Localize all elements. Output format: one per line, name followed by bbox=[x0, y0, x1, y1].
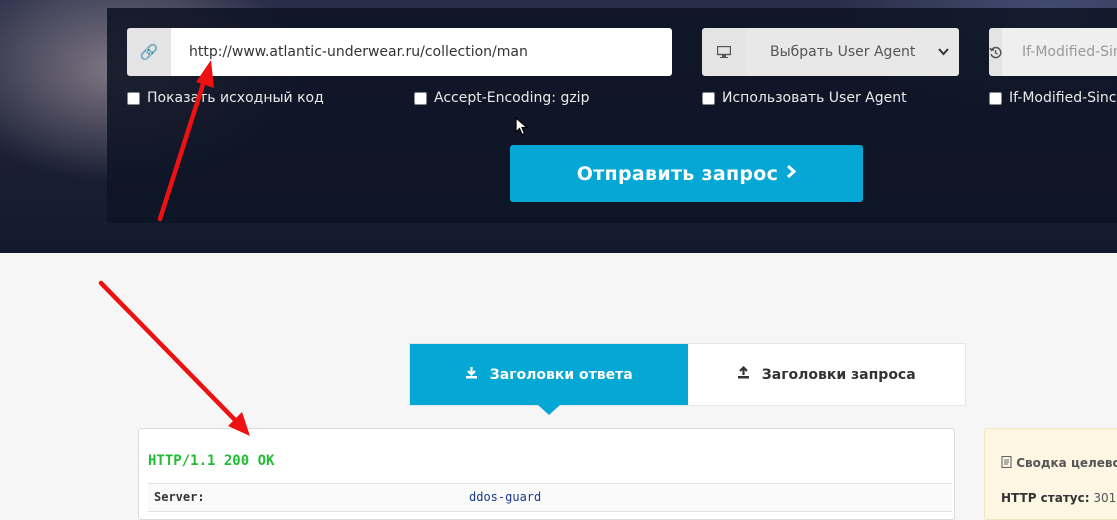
annotation-arrow-down bbox=[98, 280, 250, 436]
annotation-arrow-up bbox=[157, 60, 214, 222]
annotation-arrows bbox=[98, 60, 250, 436]
